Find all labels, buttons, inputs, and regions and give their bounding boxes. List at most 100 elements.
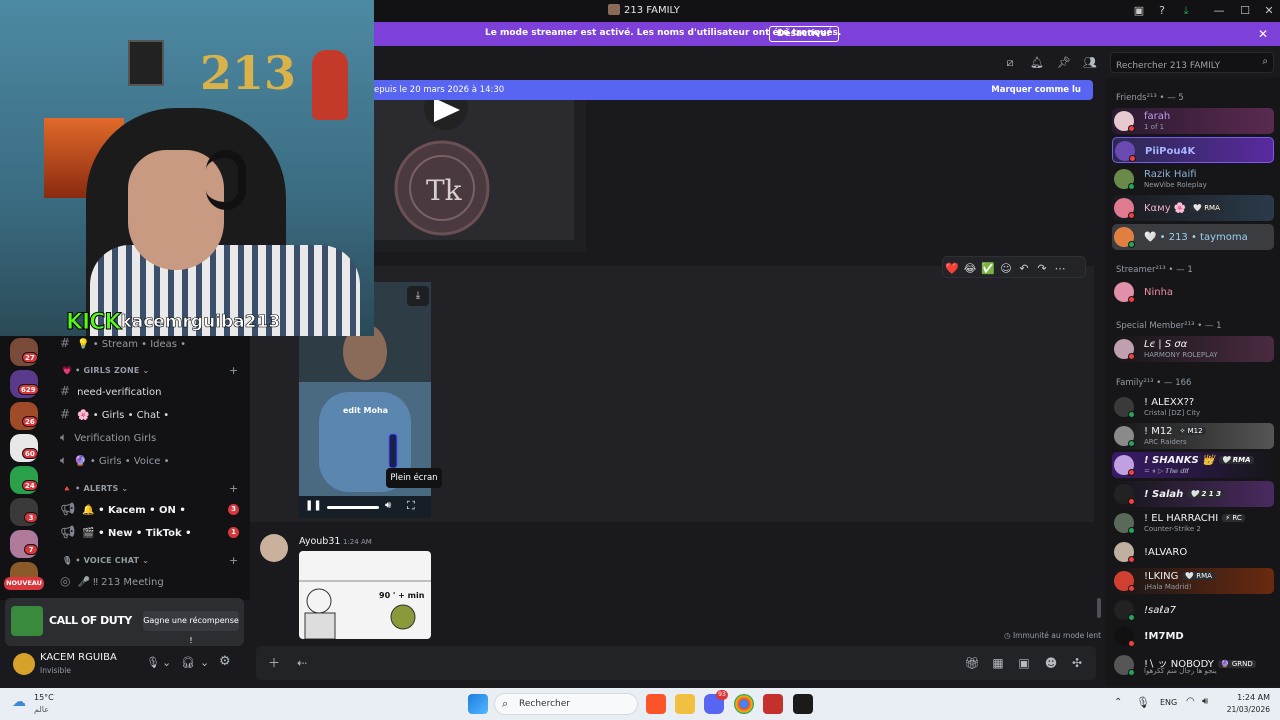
voice-verification-girls[interactable]: 🔈︎ Verification Girls xyxy=(60,430,156,445)
clock-date[interactable]: 21/03/2026 xyxy=(1222,705,1270,714)
apps-icon[interactable]: ⇠ xyxy=(294,655,310,671)
category-girls-zone[interactable]: 💗 • GIRLS ZONE ⌄ xyxy=(62,366,149,375)
wifi-icon[interactable]: ◠ xyxy=(1186,696,1195,707)
reaction-laugh[interactable]: 😂 xyxy=(961,259,979,279)
sticker-icon[interactable]: ▣ xyxy=(1016,655,1032,671)
close-icon[interactable]: ✕ xyxy=(1258,27,1268,41)
add-reaction-icon[interactable]: ☺ xyxy=(997,259,1015,279)
activities-icon[interactable]: ✣ xyxy=(1069,655,1085,671)
weather-icon[interactable]: ☁ xyxy=(12,694,26,710)
windows-start-icon[interactable] xyxy=(468,694,488,714)
member-item[interactable]: ! ALEXX?? Cristal [DZ] City xyxy=(1112,394,1274,420)
channel-stream-ideas[interactable]: # 💡 • Stream • Ideas • xyxy=(60,336,186,350)
claim-reward-button[interactable]: Gagne une récompense ! xyxy=(143,611,239,645)
user-name[interactable]: KACEM RGUIBA xyxy=(40,652,117,663)
taskbar-search[interactable]: ⌕ Rechercher xyxy=(494,693,638,715)
message-author[interactable]: Ayoub31 xyxy=(299,536,340,547)
brave-icon[interactable] xyxy=(646,694,666,714)
gear-icon[interactable]: ⚙ xyxy=(219,654,231,669)
download-icon[interactable]: ⤓ xyxy=(1179,4,1193,18)
new-messages-bar[interactable]: epuis le 20 mars 2026 à 14:30 Marquer co… xyxy=(372,80,1093,100)
svg-text:Tk: Tk xyxy=(426,174,463,207)
member-item[interactable]: !ALVARO xyxy=(1112,539,1274,565)
microphone-icon[interactable]: 🎙︎ xyxy=(1136,696,1150,709)
member-item[interactable]: farah 1 of 1 xyxy=(1112,108,1274,134)
clock-time[interactable]: 1:24 AM xyxy=(1226,693,1270,702)
mark-read-button[interactable]: Marquer comme lu xyxy=(991,85,1081,95)
search-box[interactable]: ⌕ xyxy=(1110,52,1274,76)
members-icon[interactable]: 👥︎ xyxy=(1083,56,1097,70)
avatar[interactable] xyxy=(13,653,35,675)
avatar[interactable] xyxy=(260,534,288,562)
member-item[interactable]: ! Salah 🤍 2 1 3 xyxy=(1112,481,1274,507)
chevron-down-icon[interactable]: ⌄ xyxy=(162,656,171,669)
member-item[interactable]: Ninha xyxy=(1112,279,1274,305)
add-attachment-icon[interactable]: ＋ xyxy=(266,655,282,671)
message-composer[interactable]: ＋ ⇠ 🎁︎ ▦ ▣ ☻ ✣ xyxy=(256,646,1096,680)
gif-icon[interactable]: ▦ xyxy=(990,655,1006,671)
app-icon[interactable] xyxy=(793,694,813,714)
meme-text: 90 ' + min xyxy=(379,591,425,600)
weather-temp[interactable]: 15°C xyxy=(34,693,54,702)
progress-bar[interactable] xyxy=(327,506,379,509)
member-item[interactable]: ! EL HARRACHI ⚡ RC Counter-Strike 2 xyxy=(1112,510,1274,536)
inbox-icon[interactable]: ▣ xyxy=(1132,4,1146,18)
member-item[interactable]: !saℓa7 xyxy=(1112,597,1274,623)
minimize-icon[interactable]: — xyxy=(1212,4,1226,18)
microphone-icon[interactable]: 🎙︎ xyxy=(146,656,160,669)
forward-icon[interactable]: ↷ xyxy=(1033,259,1051,279)
member-item[interactable]: !M7MD xyxy=(1112,623,1274,649)
scrollbar[interactable] xyxy=(1097,598,1101,618)
category-alerts[interactable]: 🔺 • ALERTS ⌄ xyxy=(62,484,128,493)
status-dot xyxy=(1128,556,1135,563)
chrome-icon[interactable] xyxy=(734,694,754,714)
voice-girls-voice[interactable]: 🔈︎ 🔮 • Girls • Voice • xyxy=(60,453,169,468)
help-icon[interactable]: ? xyxy=(1155,4,1169,18)
file-explorer-icon[interactable] xyxy=(675,694,695,714)
add-channel-icon[interactable]: + xyxy=(229,364,238,377)
gift-icon[interactable]: 🎁︎ xyxy=(964,655,980,671)
search-input[interactable] xyxy=(1111,56,1251,76)
channel-kacem-on[interactable]: 📢︎ 🔔 • Kacem • ON • xyxy=(60,502,186,516)
member-item[interactable]: !∖ ッ NOBODY 🔮 GRND ينجو ها رجال منم ككرهو… xyxy=(1112,652,1274,678)
language-indicator[interactable]: ENG xyxy=(1160,698,1177,707)
channel-girls-chat[interactable]: # 🌸 • Girls • Chat • xyxy=(60,407,169,421)
add-channel-icon[interactable]: + xyxy=(229,482,238,495)
stage-213-meeting[interactable]: ◎ 🎤 ‼ 213 Meeting xyxy=(60,574,164,588)
member-item[interactable]: Razik Haifi NewVibe Roleplay xyxy=(1112,166,1274,192)
chevron-up-icon[interactable]: ⌃ xyxy=(1114,697,1122,708)
member-item[interactable]: 🤍 • 213 • taymoma xyxy=(1112,224,1274,250)
adobe-icon[interactable] xyxy=(763,694,783,714)
reaction-check[interactable]: ✅ xyxy=(979,259,997,279)
meme-image[interactable]: 90 ' + min xyxy=(299,551,431,639)
volume-icon[interactable]: 🔊︎ xyxy=(1202,696,1208,707)
fullscreen-icon[interactable]: ⛶ xyxy=(407,499,415,513)
member-tag: 🔮 GRND xyxy=(1217,660,1256,668)
bell-icon[interactable]: 🔔︎ xyxy=(1030,56,1044,70)
pause-icon[interactable]: ❚❚ xyxy=(305,500,322,511)
member-item[interactable]: !LKING 🤍 RMA ¡Hala Madrid! xyxy=(1112,568,1274,594)
member-item[interactable]: Kαмy 🌸 🤍 RMA xyxy=(1112,195,1274,221)
volume-icon[interactable]: 🔊︎ xyxy=(385,500,391,511)
video-embed-1[interactable]: Tk xyxy=(374,86,586,252)
reply-icon[interactable]: ↶ xyxy=(1015,259,1033,279)
member-item[interactable]: PiiPou4K xyxy=(1112,137,1274,163)
disable-streamer-button[interactable]: Désactiver xyxy=(769,26,840,42)
add-channel-icon[interactable]: + xyxy=(229,554,238,567)
headphones-icon[interactable]: 🎧︎ xyxy=(181,656,195,669)
download-icon[interactable]: ⤓ xyxy=(407,286,429,306)
pin-icon[interactable]: 📌︎ xyxy=(1057,56,1071,70)
emoji-icon[interactable]: ☻ xyxy=(1043,655,1059,671)
channel-need-verification[interactable]: # need-verification xyxy=(60,384,161,398)
close-window-icon[interactable]: ✕ xyxy=(1262,4,1276,18)
member-item[interactable]: ! M12 ✧ M12 ARC Raiders xyxy=(1112,423,1274,449)
member-item[interactable]: Lє | Ѕ σα HARMONY ROLEPLAY xyxy=(1112,336,1274,362)
reaction-heart[interactable]: ❤️ xyxy=(943,259,961,279)
threads-icon[interactable]: ⧄ xyxy=(1003,56,1017,70)
member-item[interactable]: ! SHANKS 👑 🤍 RMA = ⏸ ▷ 𝑻𝒉𝒆 𝒅𝒊𝒇 xyxy=(1112,452,1274,478)
maximize-icon[interactable]: ☐ xyxy=(1238,4,1252,18)
chevron-down-icon[interactable]: ⌄ xyxy=(200,656,209,669)
more-icon[interactable]: ⋯ xyxy=(1051,259,1069,279)
category-voice-chat[interactable]: 🎙 • VOICE CHAT ⌄ xyxy=(62,556,149,565)
channel-new-tiktok[interactable]: 📢︎ 🎬 • New • TikTok • xyxy=(60,525,192,539)
